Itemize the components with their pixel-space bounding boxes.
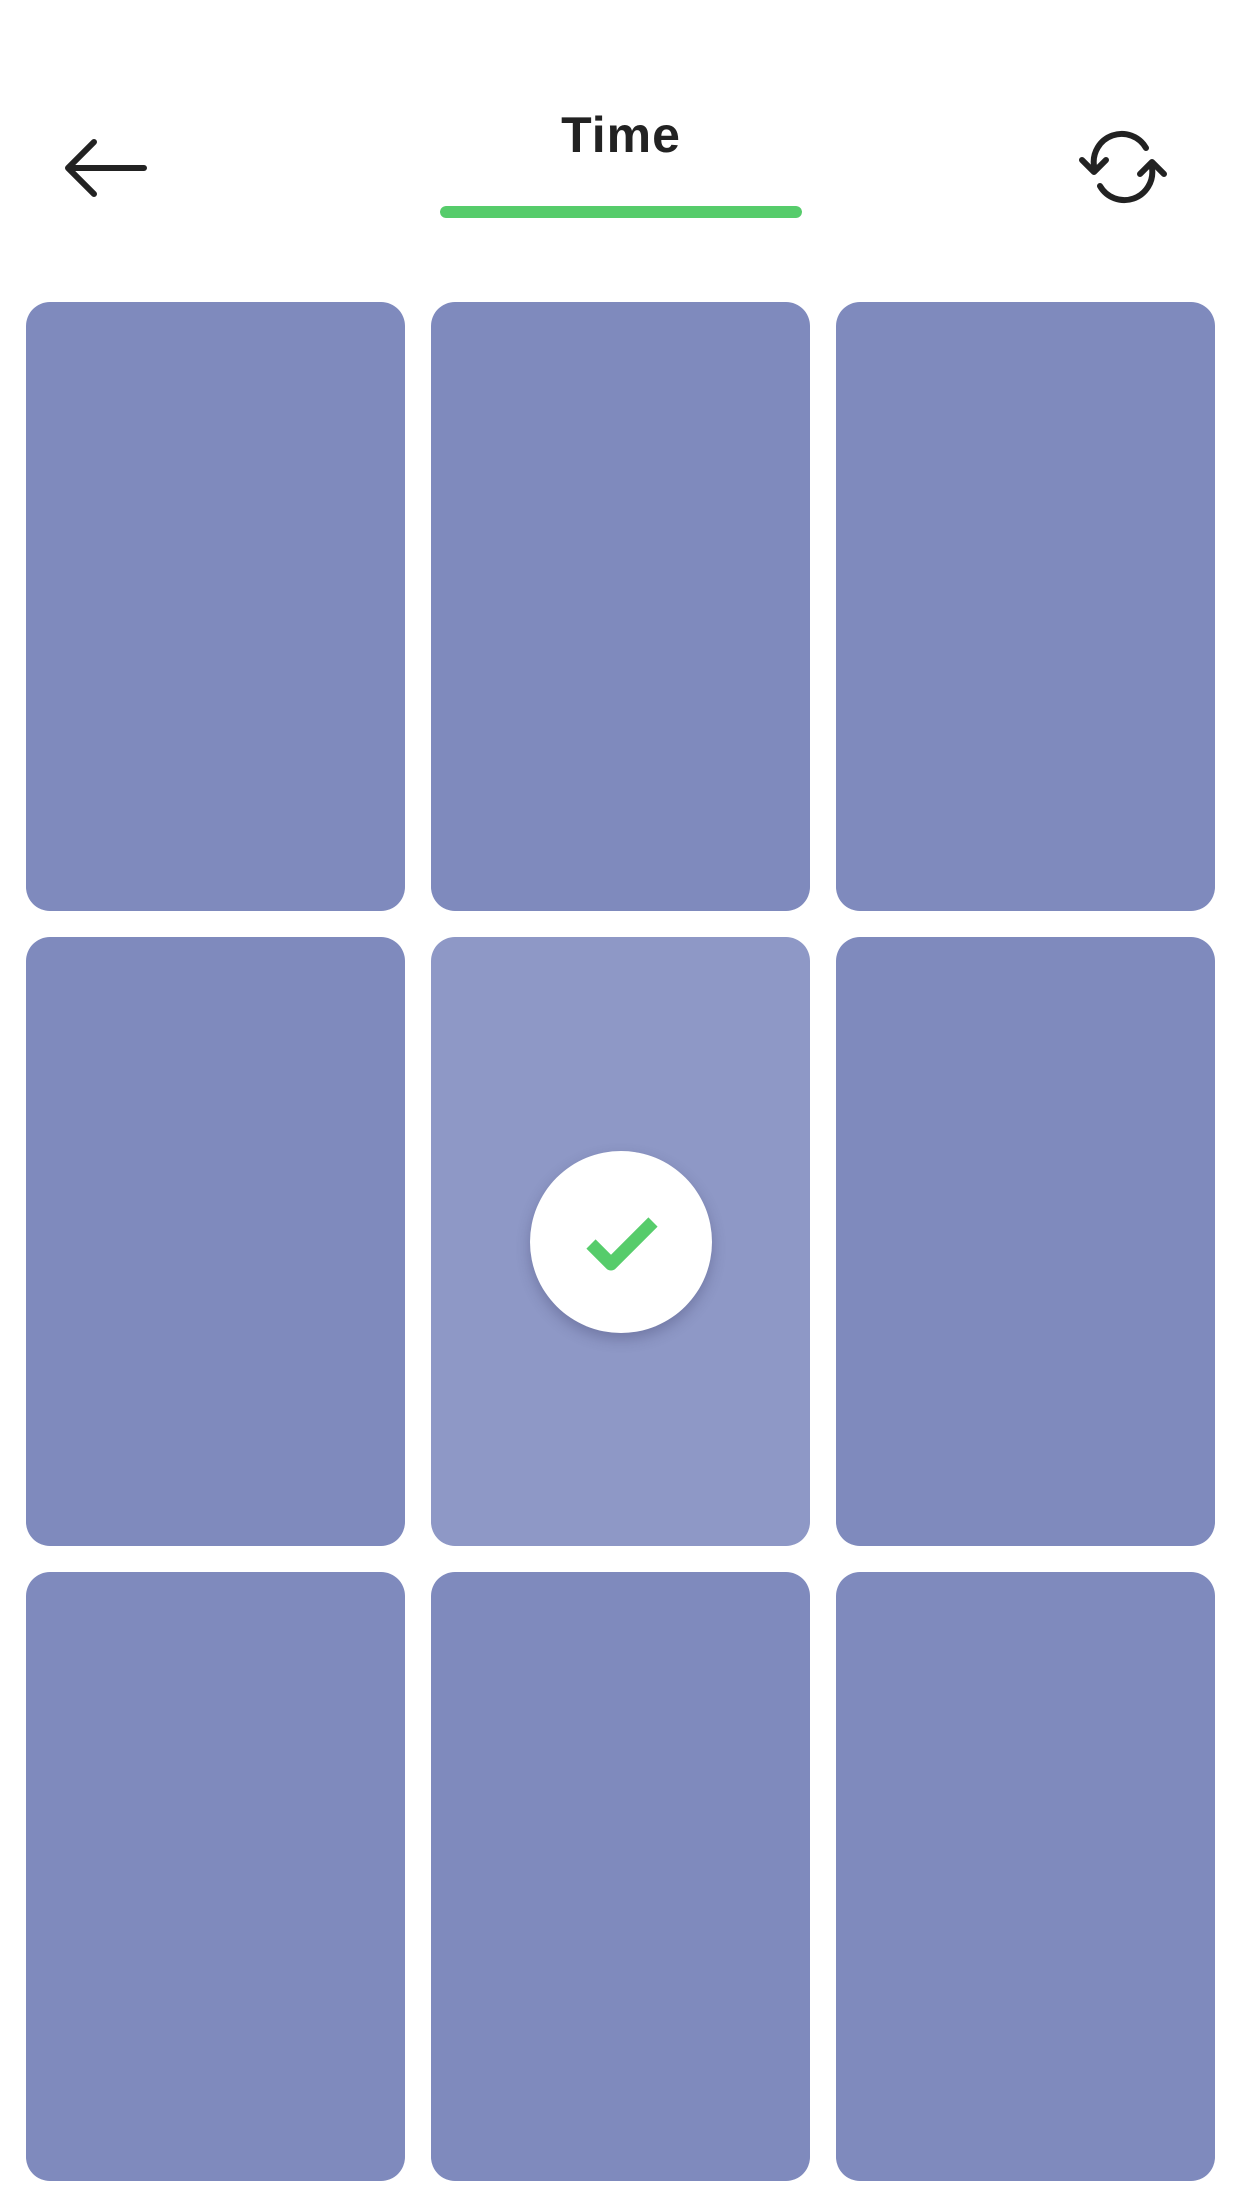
refresh-button[interactable] xyxy=(1068,122,1178,212)
card-face-down[interactable] xyxy=(26,1572,405,2181)
card-face-down[interactable] xyxy=(836,937,1215,1546)
refresh-icon xyxy=(1079,130,1167,204)
card-face-down[interactable] xyxy=(836,302,1215,911)
page-title: Time xyxy=(561,107,681,163)
check-icon xyxy=(585,1216,658,1270)
card-face-down[interactable] xyxy=(836,1572,1215,2181)
card-face-down[interactable] xyxy=(26,937,405,1546)
card-face-down[interactable] xyxy=(431,302,810,911)
card-face-down[interactable] xyxy=(26,302,405,911)
game-screen: Time xyxy=(0,0,1242,2208)
match-badge xyxy=(529,1150,712,1333)
header: Time xyxy=(0,0,1242,260)
timer-progress-bar xyxy=(440,206,802,218)
timer-progress-fill xyxy=(440,206,802,218)
card-grid xyxy=(26,302,1216,2182)
card-matched[interactable] xyxy=(431,937,810,1546)
card-face-down[interactable] xyxy=(431,1572,810,2181)
